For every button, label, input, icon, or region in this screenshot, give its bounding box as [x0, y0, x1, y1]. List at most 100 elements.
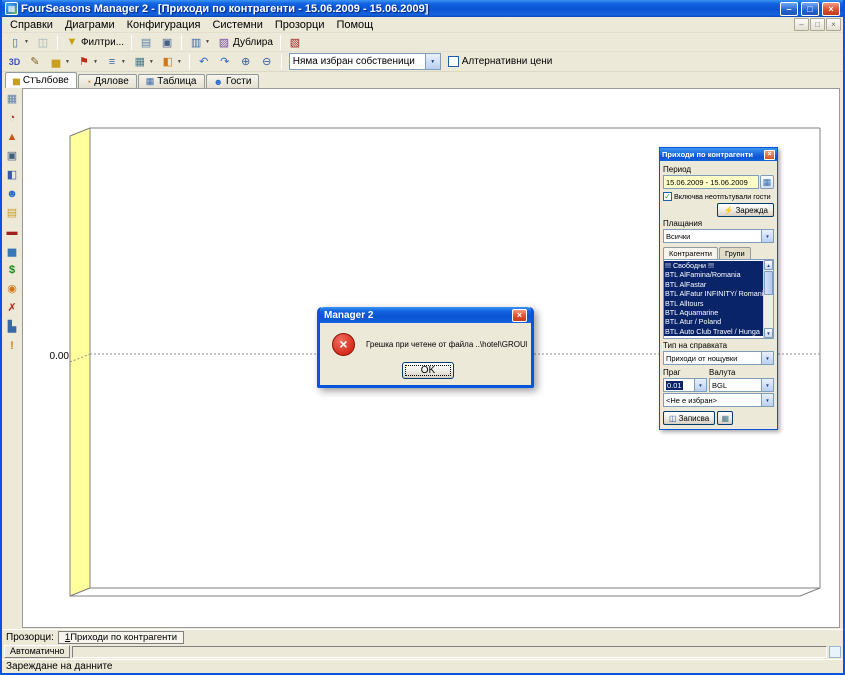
chevron-down-icon[interactable]: ▼ [761, 379, 773, 391]
list-scrollbar[interactable]: ▲ ▼ [763, 260, 773, 338]
rail-rotate-icon[interactable]: ◔ [4, 109, 21, 126]
owner-select[interactable]: Няма избран собственици ▼ [289, 53, 441, 70]
menu-configuration[interactable]: Конфигурация [121, 18, 207, 32]
extra-options-button[interactable]: ▦ [717, 411, 733, 425]
rail-globe-icon[interactable]: ◉ [4, 280, 21, 297]
list-item[interactable]: BTL Auto Club Travel / Hunga [664, 327, 763, 336]
tab-contractors[interactable]: Контрагенти [663, 247, 718, 259]
chevron-down-icon[interactable]: ▼ [694, 379, 706, 391]
threshold-input[interactable]: 0.01 ▼ [663, 378, 707, 392]
tab-guests[interactable]: ☻ Гости [206, 74, 260, 88]
calendar-button[interactable]: ▦ [760, 175, 774, 189]
list-item[interactable]: BTL Alltours [664, 299, 763, 308]
save-row: ◫ Записва ▦ [663, 411, 774, 425]
list-item[interactable]: BTL AlFamina/Romania [664, 270, 763, 279]
window-tab-revenue[interactable]: 1 Приходи по контрагенти [58, 631, 184, 644]
rail-folder-icon[interactable]: ▤ [4, 204, 21, 221]
minimize-button[interactable]: – [780, 2, 798, 16]
bar-series-icon: ▅ [49, 55, 63, 69]
include-guests-checkbox[interactable]: ✓ [663, 192, 672, 201]
filters-button[interactable]: ▼ Филтри... [62, 34, 127, 51]
save-report-button[interactable]: ◫ Записва [663, 411, 715, 425]
menu-system[interactable]: Системни [206, 18, 268, 32]
menu-windows[interactable]: Прозорци [269, 18, 331, 32]
menu-help[interactable]: Помощ [330, 18, 379, 32]
chart-3d-button[interactable]: 3D [5, 53, 24, 70]
ok-button[interactable]: OK [402, 362, 454, 379]
mdi-minimize-button[interactable]: – [794, 18, 809, 31]
duplicate-label: Дублира [233, 37, 273, 48]
mdi-restore-button[interactable]: □ [810, 18, 825, 31]
duplicate-icon: ▨ [217, 35, 231, 49]
marker-button[interactable]: ⚑ ▼ [74, 53, 101, 70]
scroll-up-icon[interactable]: ▲ [764, 260, 773, 270]
mdi-close-button[interactable]: × [826, 18, 841, 31]
automatic-button[interactable]: Автоматично [4, 645, 70, 658]
copy-button[interactable]: ▥ ▼ [186, 34, 213, 51]
tab-table[interactable]: ▦ Таблица [138, 74, 205, 88]
scroll-thumb[interactable] [764, 271, 773, 295]
menu-diagrams[interactable]: Диаграми [59, 18, 121, 32]
duplicate-button[interactable]: ▨ Дублира [214, 34, 276, 51]
list-item[interactable]: BTL AlFastar [664, 280, 763, 289]
book-icon: ▧ [288, 35, 302, 49]
error-dialog-close-button[interactable]: × [512, 309, 527, 322]
rail-grid-icon[interactable]: ▦ [4, 90, 21, 107]
chevron-down-icon[interactable]: ▼ [425, 54, 440, 69]
zoom-out-button[interactable]: ⊖ [257, 53, 277, 70]
axes-button[interactable]: ≡ ▼ [102, 53, 129, 70]
chevron-down-icon[interactable]: ▼ [761, 352, 773, 364]
zoom-in-button[interactable]: ⊕ [236, 53, 256, 70]
grid-button[interactable]: ▦ ▼ [130, 53, 157, 70]
rail-book-icon[interactable]: ▬ [4, 223, 21, 240]
load-button[interactable]: ⚡ Зарежда [717, 203, 774, 217]
maximize-button[interactable]: □ [801, 2, 819, 16]
rail-bars-icon[interactable]: ▅ [4, 242, 21, 259]
scroll-down-icon[interactable]: ▼ [764, 328, 773, 338]
undo-button[interactable]: ↶ [194, 53, 214, 70]
redo-button[interactable]: ↷ [215, 53, 235, 70]
rail-frame-icon[interactable]: ◧ [4, 166, 21, 183]
chart-edit-button[interactable]: ✎ [25, 53, 45, 70]
rail-guests-icon[interactable]: ☻ [4, 185, 21, 202]
chevron-down-icon[interactable]: ▼ [761, 230, 773, 242]
contractors-items: !!! Свободни !!! BTL AlFamina/Romania BT… [664, 260, 763, 338]
report-type-label: Тип на справката [663, 341, 774, 350]
window-tab-label: Приходи по контрагенти [70, 632, 177, 643]
payments-select[interactable]: Всички ▼ [663, 229, 774, 243]
alt-prices-checkbox[interactable] [448, 56, 459, 67]
list-item[interactable]: !!! Свободни !!! [664, 261, 763, 270]
rail-stats-icon[interactable]: ▙ [4, 318, 21, 335]
print-button[interactable]: ▣ [157, 34, 177, 51]
list-item[interactable]: BTL AlFatur INFINITY/ Romani [664, 289, 763, 298]
colors-button[interactable]: ◧ ▼ [158, 53, 185, 70]
tab-columns[interactable]: ▅ Стълбове [5, 72, 77, 88]
rail-delete-icon[interactable]: ✗ [4, 299, 21, 316]
group-select[interactable]: <Не е избран> ▼ [663, 393, 774, 407]
print-preview-button[interactable]: ▤ [136, 34, 156, 51]
list-item[interactable]: BTL Atur / Poland [664, 317, 763, 326]
currency-select[interactable]: BGL ▼ [709, 378, 774, 392]
manual-button[interactable]: ▧ [285, 34, 305, 51]
scroll-track[interactable] [764, 296, 773, 328]
grid-small-icon: ▦ [721, 414, 729, 423]
report-panel-close-button[interactable]: × [764, 150, 775, 160]
alt-prices-checkbox-group[interactable]: Алтернативни цени [448, 56, 553, 67]
tab-shares[interactable]: ◔ Дялове [78, 74, 137, 88]
series-type-button[interactable]: ▅ ▼ [46, 53, 73, 70]
chevron-down-icon[interactable]: ▼ [761, 394, 773, 406]
save-button[interactable]: ◫ [33, 34, 53, 51]
rail-chart-icon[interactable]: ▲ [4, 128, 21, 145]
close-button[interactable]: × [822, 2, 840, 16]
rail-alert-icon[interactable]: ! [4, 337, 21, 354]
list-item[interactable]: BTL Aquamarine [664, 308, 763, 317]
report-type-select[interactable]: Приходи от нощувки ▼ [663, 351, 774, 365]
pencil-icon: ✎ [28, 55, 42, 69]
include-guests-row[interactable]: ✓ Включва неотпътували гости [663, 192, 774, 201]
new-report-button[interactable]: ▯ ▼ [5, 34, 32, 51]
rail-camera-icon[interactable]: ▣ [4, 147, 21, 164]
menu-reports[interactable]: Справки [4, 18, 59, 32]
period-input[interactable]: 15.06.2009 - 15.06.2009 [663, 175, 759, 189]
rail-money-icon[interactable]: $ [4, 261, 21, 278]
tab-groups[interactable]: Групи [719, 247, 751, 259]
